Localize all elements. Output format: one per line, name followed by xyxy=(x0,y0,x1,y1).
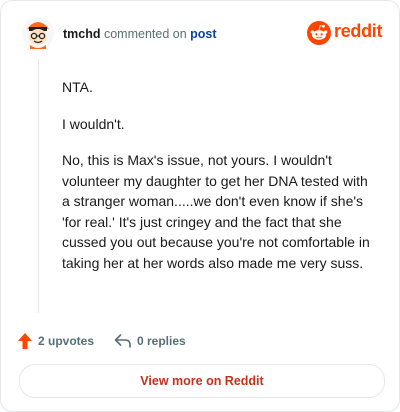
comment-actions: 2 upvotes 0 replies xyxy=(17,331,317,351)
reddit-brand[interactable]: reddit xyxy=(307,21,383,45)
thread-line xyxy=(38,59,39,313)
username-link[interactable]: tmchd xyxy=(63,27,101,41)
view-more-label: View more on Reddit xyxy=(140,374,264,388)
action-text: commented on xyxy=(103,27,187,41)
upvote-button[interactable]: 2 upvotes xyxy=(17,331,94,351)
view-more-button[interactable]: View more on Reddit xyxy=(19,364,385,398)
upvote-count: 2 upvotes xyxy=(38,334,95,348)
comment-header: tmchd commented on post reddit xyxy=(21,15,383,51)
reddit-wordmark: reddit xyxy=(334,21,383,41)
comment-paragraph: NTA. xyxy=(62,79,93,95)
reddit-logo-icon xyxy=(307,21,331,45)
post-link[interactable]: post xyxy=(190,27,216,41)
avatar[interactable] xyxy=(21,15,55,51)
comment-body: NTA. I wouldn't. No, this is Max's issue… xyxy=(62,77,378,289)
upvote-icon xyxy=(18,333,32,349)
comment-paragraph: I wouldn't. xyxy=(62,115,125,132)
comment-meta: tmchd commented on post xyxy=(63,27,217,41)
comment-paragraph: No, this is Max's issue, not yours. I wo… xyxy=(62,152,370,271)
reply-icon xyxy=(114,334,131,348)
reply-count: 0 replies xyxy=(137,334,186,348)
reply-button[interactable]: 0 replies xyxy=(114,331,186,351)
comment-embed-card: tmchd commented on post reddit NTA. I wo… xyxy=(0,0,400,412)
